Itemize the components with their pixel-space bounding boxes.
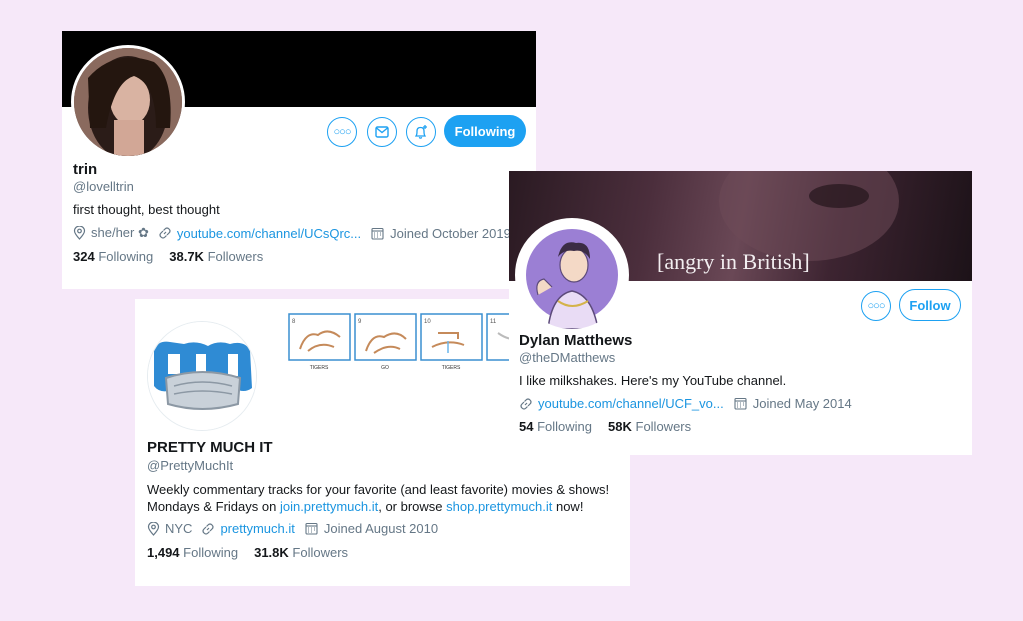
bio-link-join[interactable]: join.prettymuch.it bbox=[280, 499, 378, 514]
followers-stat[interactable]: 31.8K Followers bbox=[254, 545, 348, 560]
display-name: PRETTY MUCH IT bbox=[147, 439, 273, 456]
location-text: she/her ✿ bbox=[91, 225, 149, 240]
follow-button[interactable]: Follow bbox=[899, 289, 961, 321]
display-name: trin bbox=[73, 161, 98, 178]
calendar-icon bbox=[734, 397, 747, 410]
display-name: Dylan Matthews bbox=[519, 332, 633, 349]
location-text: NYC bbox=[165, 521, 193, 536]
location-pin-icon bbox=[147, 521, 160, 536]
bell-plus-icon bbox=[414, 125, 427, 139]
profile-card-trin: ○○○ Following trin @lovelltrin first tho… bbox=[62, 31, 536, 289]
following-stat[interactable]: 1,494 Following bbox=[147, 545, 238, 560]
calendar-icon bbox=[371, 227, 384, 240]
banner-panel: 10 bbox=[420, 313, 483, 361]
joined-date: Joined August 2010 bbox=[323, 521, 439, 536]
avatar[interactable] bbox=[147, 321, 257, 431]
website-link[interactable]: youtube.com/channel/UCF_vo... bbox=[538, 396, 724, 411]
svg-text:11: 11 bbox=[490, 319, 497, 325]
banner-panel: 8 bbox=[288, 313, 351, 361]
notify-button[interactable] bbox=[406, 117, 436, 147]
svg-text:TIGERS: TIGERS bbox=[310, 365, 329, 371]
handle: @lovelltrin bbox=[73, 179, 134, 194]
banner-caption: [angry in British] bbox=[657, 249, 810, 274]
profile-stats: 1,494 Following 31.8K Followers bbox=[147, 545, 348, 560]
bio-link-shop[interactable]: shop.prettymuch.it bbox=[446, 499, 552, 514]
svg-text:10: 10 bbox=[424, 319, 431, 325]
avatar[interactable] bbox=[515, 218, 629, 332]
profile-meta: she/her ✿ youtube.com/channel/UCsQrc... … bbox=[73, 225, 511, 241]
more-button[interactable]: ○○○ bbox=[861, 291, 891, 321]
profile-card-dylan: [angry in British] ○○○ Follow Dylan Matt… bbox=[509, 171, 972, 455]
bio-line: Mondays & Fridays on join.prettymuch.it,… bbox=[147, 499, 584, 514]
website-link[interactable]: youtube.com/channel/UCsQrc... bbox=[177, 226, 361, 241]
banner-panel: 9 bbox=[354, 313, 417, 361]
joined-date: Joined May 2014 bbox=[752, 396, 852, 411]
bio: Weekly commentary tracks for your favori… bbox=[147, 481, 627, 515]
calendar-icon bbox=[305, 522, 318, 535]
profile-stats: 324 Following 38.7K Followers bbox=[73, 249, 263, 264]
website-link[interactable]: prettymuch.it bbox=[220, 521, 294, 536]
bio-line: Weekly commentary tracks for your favori… bbox=[147, 482, 610, 497]
profile-stats: 54 Following 58K Followers bbox=[519, 419, 691, 434]
svg-text:TIGERS: TIGERS bbox=[442, 365, 461, 371]
message-button[interactable] bbox=[367, 117, 397, 147]
avatar[interactable] bbox=[71, 45, 185, 159]
handle: @PrettyMuchIt bbox=[147, 458, 234, 473]
profile-meta: NYC prettymuch.it Joined August 2010 bbox=[147, 521, 438, 536]
link-icon bbox=[159, 227, 171, 239]
more-icon: ○○○ bbox=[867, 300, 886, 312]
svg-text:GO: GO bbox=[381, 365, 389, 371]
joined-date: Joined October 2019 bbox=[390, 225, 511, 241]
following-stat[interactable]: 324 Following bbox=[73, 249, 153, 264]
link-icon bbox=[520, 397, 532, 410]
followers-stat[interactable]: 58K Followers bbox=[608, 419, 691, 434]
envelope-icon bbox=[375, 126, 389, 138]
bio: I like milkshakes. Here's my YouTube cha… bbox=[519, 373, 787, 388]
handle: @theDMatthews bbox=[519, 350, 616, 365]
more-icon: ○○○ bbox=[333, 126, 352, 138]
link-icon bbox=[202, 522, 215, 535]
more-button[interactable]: ○○○ bbox=[327, 117, 357, 147]
following-stat[interactable]: 54 Following bbox=[519, 419, 592, 434]
followers-stat[interactable]: 38.7K Followers bbox=[169, 249, 263, 264]
location-pin-icon bbox=[73, 226, 86, 240]
following-button[interactable]: Following bbox=[444, 115, 526, 147]
profile-meta: youtube.com/channel/UCF_vo... Joined May… bbox=[519, 396, 852, 411]
bio: first thought, best thought bbox=[73, 202, 220, 217]
